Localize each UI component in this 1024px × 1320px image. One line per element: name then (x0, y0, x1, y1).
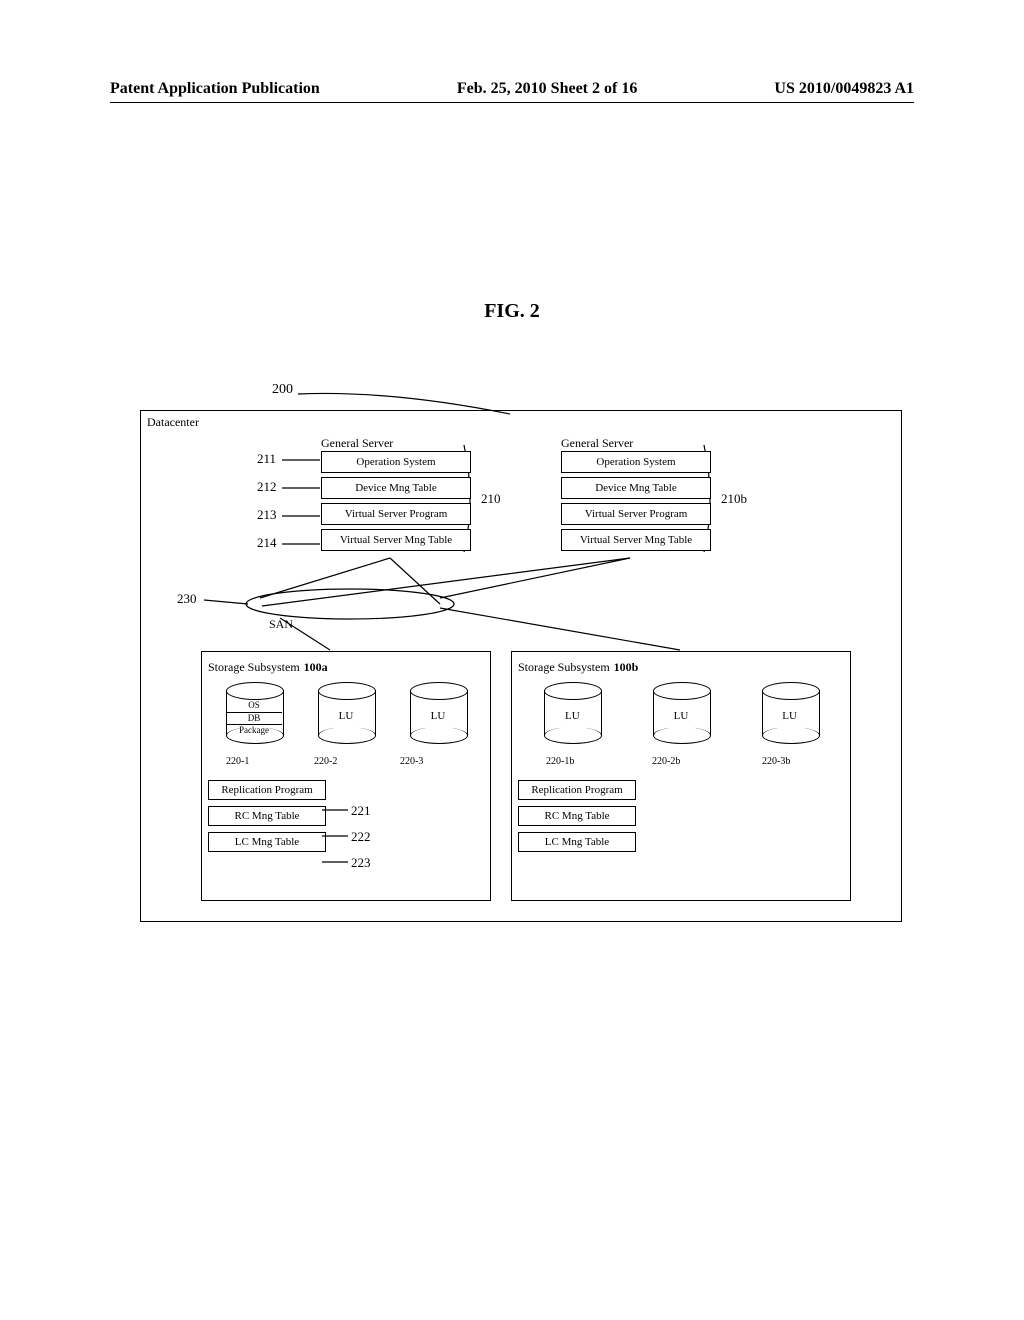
storage-b-lu-row: LU LU LU (518, 682, 844, 744)
ref-100b: 100b (614, 660, 639, 674)
general-server-a: General Server Operation System Device M… (321, 436, 471, 555)
header-left: Patent Application Publication (110, 80, 320, 98)
general-server-b: General Server Operation System Device M… (561, 436, 711, 555)
lu-220-2: LU (318, 682, 374, 744)
lc-mng-table-b: LC Mng Table (518, 832, 636, 852)
ref-210b: 210b (721, 491, 747, 507)
ref-211: 211 (257, 451, 276, 467)
ref-213: 213 (257, 507, 277, 523)
page-header: Patent Application Publication Feb. 25, … (110, 80, 914, 103)
id-220-1b: 220-1b (546, 756, 574, 767)
id-220-2b: 220-2b (652, 756, 680, 767)
replication-program-b: Replication Program (518, 780, 636, 800)
srv-a-vsmt: Virtual Server Mng Table (321, 529, 471, 551)
lc-mng-table-a: LC Mng Table (208, 832, 326, 852)
id-220-2: 220-2 (314, 756, 337, 767)
lu-220-3: LU (410, 682, 466, 744)
storage-b-title: Storage Subsystem (518, 660, 610, 674)
srv-b-dev-mng: Device Mng Table (561, 477, 711, 499)
storage-a-title: Storage Subsystem (208, 660, 300, 674)
lu-220-1: OS DB Package (226, 682, 282, 744)
ref-221: 221 (351, 803, 371, 819)
rc-mng-table-b: RC Mng Table (518, 806, 636, 826)
rc-mng-table-a: RC Mng Table (208, 806, 326, 826)
datacenter-title: Datacenter (147, 415, 895, 430)
storage-subsystem-a: Storage Subsystem 100a OS DB Package LU (201, 651, 491, 901)
storage-subsystem-b: Storage Subsystem 100b LU LU LU 220-1b 2… (511, 651, 851, 901)
header-middle: Feb. 25, 2010 Sheet 2 of 16 (457, 80, 637, 98)
id-220-3: 220-3 (400, 756, 423, 767)
srv-a-dev-mng: Device Mng Table (321, 477, 471, 499)
ref-212: 212 (257, 479, 277, 495)
ref-230: 230 (177, 591, 197, 607)
datacenter-ref-200: 200 (272, 382, 293, 398)
lu-220-3b: LU (762, 682, 818, 744)
lu-220-1b: LU (544, 682, 600, 744)
ref-210: 210 (481, 491, 501, 507)
srv-b-os: Operation System (561, 451, 711, 473)
general-server-b-title: General Server (561, 436, 711, 451)
san-label: SAN (269, 617, 293, 632)
ref-223: 223 (351, 855, 371, 871)
storage-a-lu-row: OS DB Package LU LU (208, 682, 484, 744)
id-220-3b: 220-3b (762, 756, 790, 767)
srv-b-vsp: Virtual Server Program (561, 503, 711, 525)
ref-214: 214 (257, 535, 277, 551)
figure-title: FIG. 2 (0, 300, 1024, 323)
srv-b-vsmt: Virtual Server Mng Table (561, 529, 711, 551)
lu-220-2b: LU (653, 682, 709, 744)
datacenter-box: Datacenter General Server Operation Syst… (140, 410, 902, 922)
header-right: US 2010/0049823 A1 (774, 80, 914, 98)
ref-100a: 100a (304, 660, 328, 674)
replication-program-a: Replication Program (208, 780, 326, 800)
srv-a-os: Operation System (321, 451, 471, 473)
ref-222: 222 (351, 829, 371, 845)
id-220-1: 220-1 (226, 756, 249, 767)
srv-a-vsp: Virtual Server Program (321, 503, 471, 525)
general-server-a-title: General Server (321, 436, 471, 451)
